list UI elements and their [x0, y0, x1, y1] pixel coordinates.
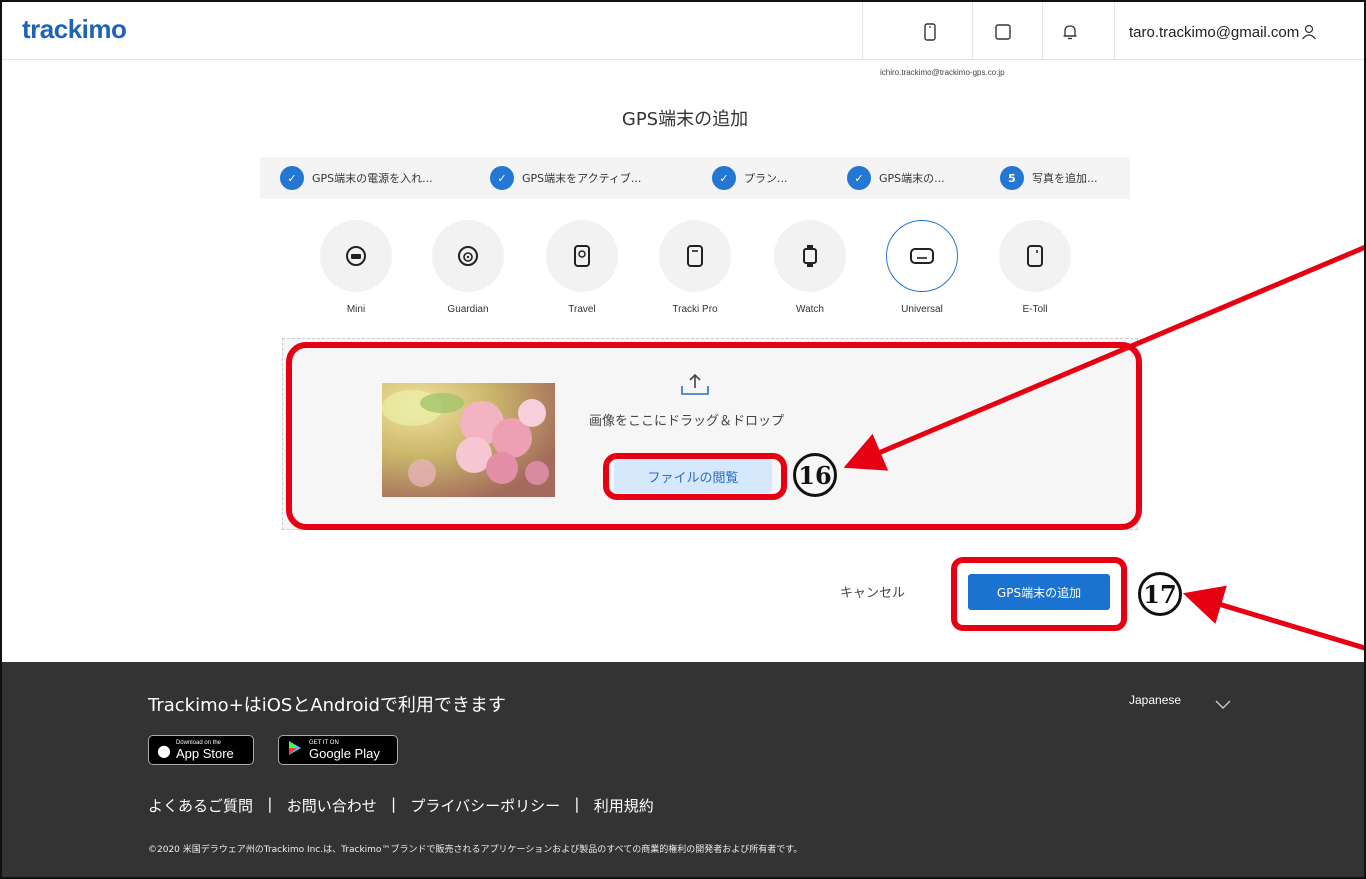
google-play-badge[interactable]: GET IT ON Google Play [278, 735, 398, 765]
copyright-text: ©2020 米国デラウェア州のTrackimo Inc.は、Trackimo™ブ… [148, 845, 803, 855]
google-play-icon [287, 740, 303, 760]
footer-link-contact[interactable]: お問い合わせ [287, 795, 377, 816]
app-store-text: App Store [175, 746, 234, 761]
app-store-badge[interactable]: ● Download on the App Store [148, 735, 254, 765]
app-frame: trackimo taro.trackimo@gmail.com ichiro.… [0, 0, 1366, 879]
google-play-text: Google Play [309, 746, 380, 761]
footer-link-faq[interactable]: よくあるご質問 [148, 795, 253, 816]
footer-link-privacy[interactable]: プライバシーポリシー [410, 795, 560, 816]
footer-title: Trackimo+はiOSとAndroidで利用できます [148, 695, 506, 716]
language-selector[interactable]: Japanese [1129, 693, 1181, 707]
arrow-to-17 [1182, 585, 1364, 651]
chevron-down-icon[interactable] [1215, 695, 1231, 714]
page-footer: Trackimo+はiOSとAndroidで利用できます Japanese ● … [2, 662, 1364, 877]
apple-icon: ● [157, 740, 171, 760]
footer-links: よくあるご質問 | お問い合わせ | プライバシーポリシー | 利用規約 [148, 795, 654, 816]
arrow-to-16 [843, 244, 1364, 471]
footer-link-terms[interactable]: 利用規約 [594, 795, 654, 816]
